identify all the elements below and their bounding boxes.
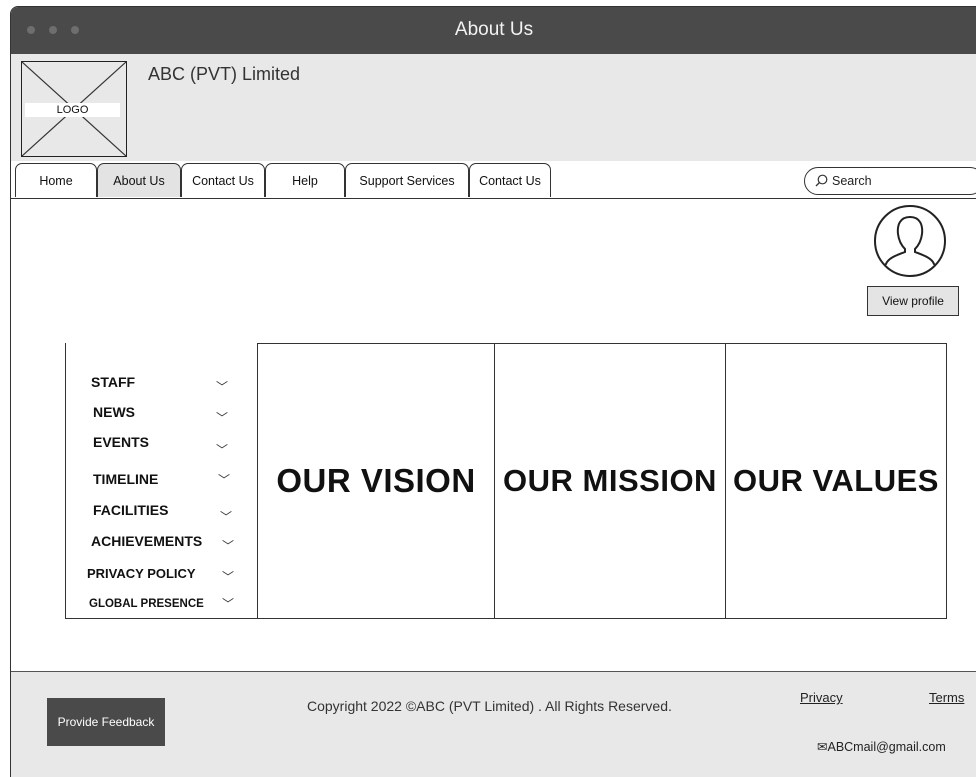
menu-item-label: EVENTS: [93, 434, 150, 450]
vision-title: OUR VISION: [276, 462, 476, 499]
browser-window: About Us LOGO ABC (PVT) Limited Home Abo…: [10, 6, 976, 777]
main-nav: Home About Us Contact Us Help Support Se…: [11, 161, 976, 199]
menu-item-events[interactable]: EVENTS: [93, 434, 149, 450]
menu-item-privacy-policy[interactable]: PRIVACY POLICY: [87, 566, 196, 581]
values-panel[interactable]: OUR VALUES: [725, 343, 947, 619]
values-title: OUR VALUES: [733, 463, 939, 498]
site-footer: Provide Feedback Copyright 2022 ©ABC (PV…: [11, 671, 976, 777]
terms-link[interactable]: Terms: [929, 690, 964, 705]
company-name: ABC (PVT) Limited: [148, 64, 301, 84]
menu-item-label: STAFF: [91, 374, 136, 390]
chevron-down-icon[interactable]: ﹀: [218, 471, 230, 488]
tab-home[interactable]: Home: [15, 163, 97, 197]
mail-icon: ✉: [817, 740, 828, 754]
menu-item-label: GLOBAL PRESENCE: [89, 598, 204, 610]
tab-contact-us-2[interactable]: Contact Us: [469, 163, 551, 197]
search-placeholder: Search: [832, 174, 872, 188]
menu-item-timeline[interactable]: TIMELINE: [93, 471, 158, 487]
logo-placeholder[interactable]: LOGO: [21, 61, 127, 157]
chevron-down-icon[interactable]: ﹀: [222, 595, 234, 612]
tab-about-us[interactable]: About Us: [97, 163, 181, 197]
menu-item-label: FACILITIES: [93, 502, 169, 518]
mission-panel[interactable]: OUR MISSION: [494, 343, 726, 619]
chevron-down-icon[interactable]: ﹀: [220, 508, 232, 525]
menu-item-staff[interactable]: STAFF: [91, 374, 135, 390]
chevron-down-icon[interactable]: ﹀: [216, 409, 228, 426]
view-profile-button[interactable]: View profile: [867, 286, 959, 316]
search-icon: [815, 174, 828, 187]
provide-feedback-button[interactable]: Provide Feedback: [47, 698, 165, 746]
menu-item-facilities[interactable]: FACILITIES: [93, 502, 168, 518]
tab-help[interactable]: Help: [265, 163, 345, 197]
copyright-text: Copyright 2022 ©ABC (PVT Limited) . All …: [307, 698, 672, 714]
title-bar: About Us: [11, 7, 976, 54]
tab-contact-us[interactable]: Contact Us: [181, 163, 265, 197]
site-header: LOGO ABC (PVT) Limited: [11, 54, 976, 162]
chevron-down-icon[interactable]: ﹀: [222, 537, 234, 554]
menu-item-label: ACHIEVEMENTS: [91, 533, 203, 549]
menu-item-label: NEWS: [93, 404, 135, 420]
chevron-down-icon[interactable]: ﹀: [222, 568, 234, 585]
menu-item-label: TIMELINE: [93, 471, 159, 487]
logo-label: LOGO: [25, 103, 120, 117]
contact-email[interactable]: ✉ABCmail@gmail.com: [817, 739, 946, 754]
privacy-link[interactable]: Privacy: [800, 690, 843, 705]
chevron-down-icon[interactable]: ﹀: [216, 378, 228, 395]
menu-item-global-presence[interactable]: GLOBAL PRESENCE: [89, 598, 204, 610]
chevron-down-icon[interactable]: ﹀: [216, 441, 228, 458]
tab-support-services[interactable]: Support Services: [345, 163, 469, 197]
window-title: About Us: [454, 19, 534, 40]
vision-panel[interactable]: OUR VISION: [257, 343, 495, 619]
user-avatar-icon[interactable]: [873, 204, 947, 278]
email-text: ABCmail@gmail.com: [827, 740, 946, 754]
menu-item-news[interactable]: NEWS: [93, 404, 135, 420]
side-menu: STAFF ﹀ NEWS ﹀ EVENTS ﹀ TIMELINE ﹀ FACIL…: [65, 343, 259, 619]
menu-item-label: PRIVACY POLICY: [87, 566, 196, 581]
search-input[interactable]: Search: [804, 167, 976, 195]
mission-title: OUR MISSION: [503, 463, 717, 498]
menu-item-achievements[interactable]: ACHIEVEMENTS: [91, 533, 202, 549]
